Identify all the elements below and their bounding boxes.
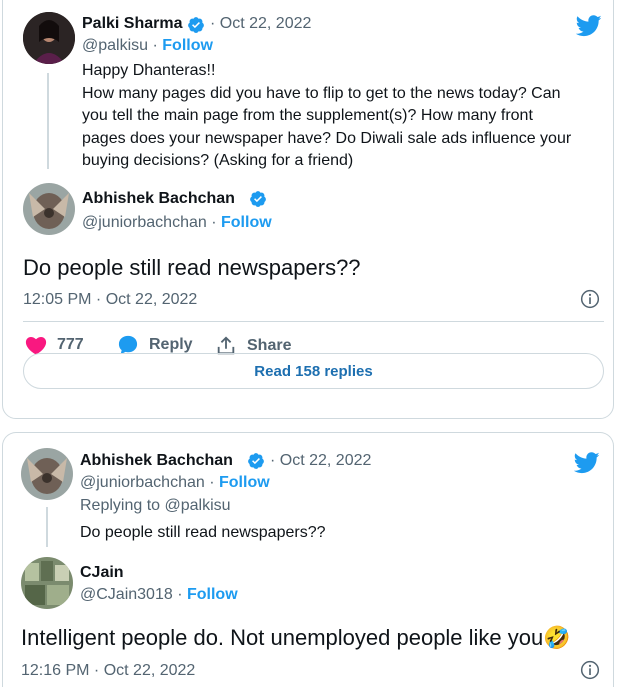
tweet-line: pages does your newspaper have? Do Diwal… [82,129,572,147]
heart-icon [25,336,47,355]
author-name[interactable]: Abhishek Bachchan [82,190,235,208]
handle-row: @juniorbachchan · Follow [82,214,272,232]
rofl-emoji: 🤣 [543,625,571,650]
separator: · [211,214,217,231]
tweet-line: Happy Dhanteras!! [82,62,216,79]
tweet-timestamp[interactable]: 12:05 PM · Oct 22, 2022 [23,291,197,309]
replying-to-handle[interactable]: @palkisu [165,497,231,514]
parent-tweet-text: Happy Dhanteras!! How many pages did you… [82,60,602,173]
reply-bubble-icon [118,335,138,355]
verified-badge-icon [250,191,266,207]
separator: · [177,586,183,603]
follow-button[interactable]: Follow [187,586,238,603]
avatar-abhishek-bachchan[interactable] [21,448,73,500]
read-replies-label: Read 158 replies [254,362,373,380]
main-tweet-text: Do people still read newspapers?? [23,255,361,280]
info-icon[interactable] [580,289,600,309]
read-replies-button[interactable]: Read 158 replies [23,353,604,389]
author-name[interactable]: CJain [80,564,124,582]
reply-tweet-text: Intelligent people do. Not unemployed pe… [21,625,571,651]
author-handle[interactable]: @CJain3018 [80,586,173,603]
separator: · [210,15,216,32]
divider [23,321,604,322]
thread-line [46,507,48,547]
tweet-date[interactable]: · Oct 22, 2022 [210,15,311,33]
parent-tweet-text: Do people still read newspapers?? [80,524,326,541]
avatar-palki-sharma[interactable] [23,12,75,64]
separator: · [209,474,215,491]
author-name[interactable]: Palki Sharma [82,15,183,33]
author-handle[interactable]: @palkisu [82,37,148,54]
follow-button[interactable]: Follow [221,214,272,231]
info-icon[interactable] [580,660,600,680]
thread-line [47,73,49,169]
author-name[interactable]: Abhishek Bachchan [80,452,233,470]
tweet-line: How many pages did you have to flip to g… [82,84,561,102]
author-handle[interactable]: @juniorbachchan [80,474,205,491]
twitter-bird-icon[interactable] [576,15,602,37]
date-link[interactable]: Oct 22, 2022 [220,15,312,32]
reply-button[interactable]: Reply [117,335,193,355]
like-button[interactable]: 777 [25,335,84,355]
author-handle[interactable]: @juniorbachchan [82,214,207,231]
avatar-cjain[interactable] [21,557,73,609]
follow-button[interactable]: Follow [162,37,213,54]
reply-label: Reply [149,336,193,353]
separator: · [152,37,158,54]
avatar-abhishek-bachchan[interactable] [23,183,75,235]
tweet-line: you tell the main page from the suppleme… [82,107,533,124]
verified-badge-icon [248,453,264,469]
embedded-reply-card: Abhishek Bachchan · Oct 22, 2022 @junior… [2,432,614,687]
reply-text: Intelligent people do. Not unemployed pe… [21,625,544,650]
handle-row: @palkisu · Follow [82,37,213,55]
replying-to-prefix: Replying to [80,497,165,514]
tweet-line: buying decisions? (Asking for a friend) [82,152,354,169]
handle-row: @juniorbachchan · Follow [80,474,270,492]
tweet-timestamp[interactable]: 12:16 PM · Oct 22, 2022 [21,662,195,680]
verified-badge-icon [188,17,204,33]
twitter-bird-icon[interactable] [574,452,600,474]
replying-to: Replying to @palkisu [80,497,231,515]
tweet-date[interactable]: · Oct 22, 2022 [270,452,371,470]
handle-row: @CJain3018 · Follow [80,586,238,604]
embedded-tweet-card: Palki Sharma · Oct 22, 2022 @palkisu · F… [2,0,614,419]
follow-button[interactable]: Follow [219,474,270,491]
like-count: 777 [57,336,84,353]
